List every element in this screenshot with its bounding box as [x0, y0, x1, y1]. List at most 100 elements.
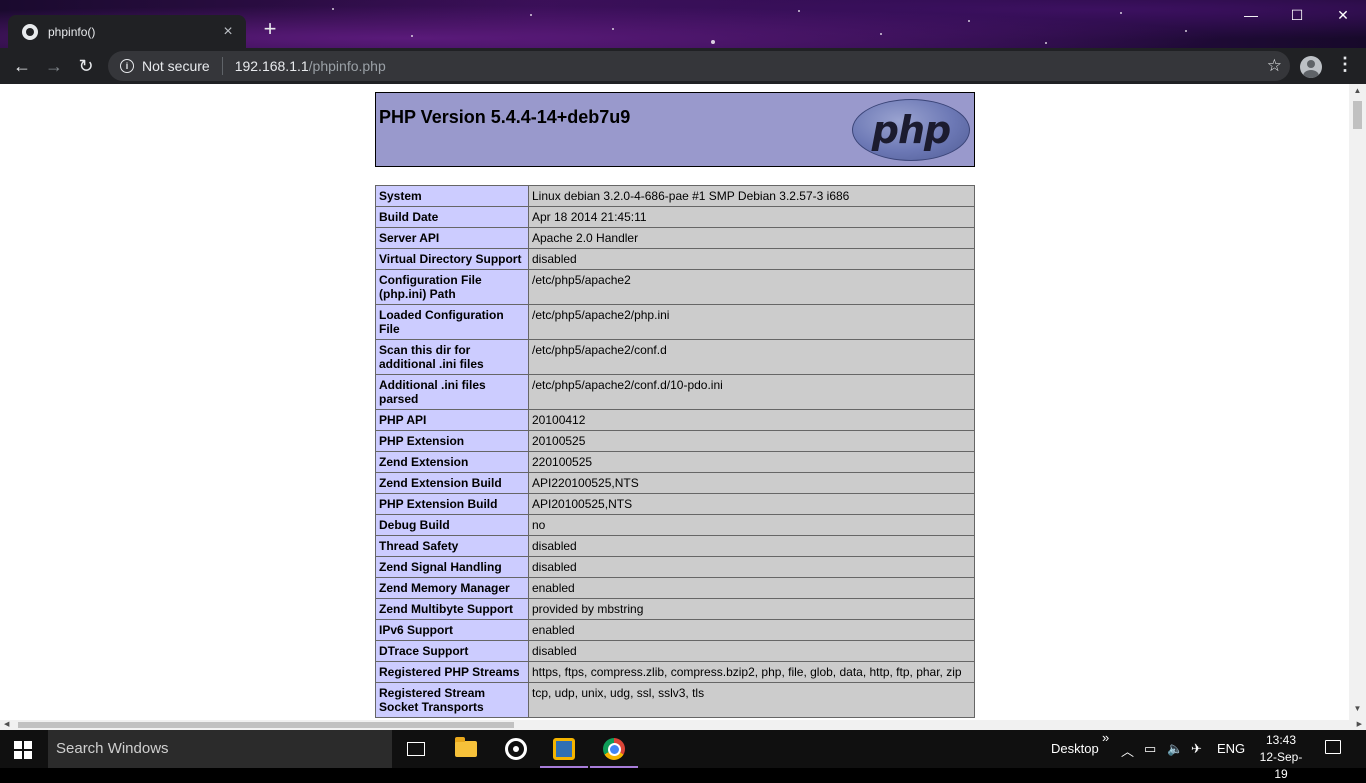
row-key: Loaded Configuration File — [375, 304, 529, 340]
row-key: Registered Stream Socket Transports — [375, 682, 529, 718]
row-key: Server API — [375, 227, 529, 249]
notification-center-icon[interactable] — [1325, 740, 1341, 754]
network-icon[interactable]: ✈ — [1191, 741, 1202, 757]
row-key: Build Date — [375, 206, 529, 228]
row-value: 20100412 — [528, 409, 975, 431]
windows-start-icon[interactable] — [14, 741, 32, 759]
row-key: DTrace Support — [375, 640, 529, 662]
maximize-button[interactable]: ☐ — [1274, 0, 1320, 30]
table-row: Zend Extension Build API220100525,NTS — [375, 472, 975, 494]
new-tab-button[interactable]: + — [257, 17, 283, 43]
row-value: 220100525 — [528, 451, 975, 473]
row-key: Zend Signal Handling — [375, 556, 529, 578]
taskbar-search-box[interactable]: Search Windows — [48, 730, 392, 768]
chevron-up-icon[interactable]: ︿ — [1121, 741, 1134, 760]
address-bar[interactable]: i Not secure 192.168.1.1 /phpinfo.php ☆ — [108, 51, 1290, 81]
folder-icon — [455, 737, 477, 757]
wallpaper-star — [711, 40, 715, 44]
battery-icon[interactable]: ▭ — [1144, 741, 1156, 757]
page-viewport: PHP Version 5.4.4-14+deb7u9 php System Li… — [0, 84, 1366, 720]
row-key: Virtual Directory Support — [375, 248, 529, 270]
table-row: DTrace Support disabled — [375, 640, 975, 662]
php-version-header: PHP Version 5.4.4-14+deb7u9 php — [375, 92, 975, 167]
row-value: API220100525,NTS — [528, 472, 975, 494]
row-value: disabled — [528, 535, 975, 557]
clock-date: 12-Sep-19 — [1259, 750, 1303, 781]
horizontal-scrollbar[interactable]: ◀ ▶ — [0, 720, 1366, 730]
security-label[interactable]: Not secure — [142, 58, 210, 74]
row-value: no — [528, 514, 975, 536]
taskbar-clock[interactable]: 13:43 12-Sep-19 — [1253, 732, 1309, 783]
info-icon[interactable]: i — [120, 59, 134, 73]
table-row: Registered Stream Socket Transports tcp, … — [375, 682, 975, 718]
wallpaper-star — [1185, 30, 1187, 32]
row-value: disabled — [528, 248, 975, 270]
table-row: Server API Apache 2.0 Handler — [375, 227, 975, 249]
bookmark-star-icon[interactable]: ☆ — [1267, 56, 1282, 76]
row-key: Additional .ini files parsed — [375, 374, 529, 410]
back-arrow-icon[interactable]: ← — [8, 52, 36, 80]
tab-close-icon[interactable]: × — [220, 23, 236, 41]
row-key: System — [375, 185, 529, 207]
close-window-button[interactable]: ✕ — [1320, 0, 1366, 30]
vertical-scrollbar[interactable]: ▲ ▼ — [1349, 84, 1366, 720]
row-value: disabled — [528, 640, 975, 662]
scroll-up-arrow-icon[interactable]: ▲ — [1349, 86, 1366, 100]
volume-muted-icon[interactable]: 🔈 — [1167, 741, 1183, 757]
scroll-left-arrow-icon[interactable]: ◀ — [4, 720, 9, 728]
horizontal-scroll-thumb[interactable] — [18, 722, 514, 728]
media-app-button[interactable] — [492, 730, 540, 768]
profile-avatar-icon[interactable] — [1300, 56, 1322, 78]
wallpaper-star — [968, 20, 970, 22]
globe-favicon-icon — [22, 23, 38, 40]
row-value: /etc/php5/apache2/conf.d — [528, 339, 975, 375]
vertical-scroll-thumb[interactable] — [1353, 101, 1362, 129]
row-value: https, ftps, compress.zlib, compress.bzi… — [528, 661, 975, 683]
wallpaper-star — [880, 33, 882, 35]
row-value: tcp, udp, unix, udg, ssl, sslv3, tls — [528, 682, 975, 718]
row-key: Debug Build — [375, 514, 529, 536]
table-row: Virtual Directory Support disabled — [375, 248, 975, 270]
reload-icon[interactable]: ↻ — [72, 52, 100, 80]
row-value: enabled — [528, 619, 975, 641]
row-value: Apache 2.0 Handler — [528, 227, 975, 249]
language-indicator[interactable]: ENG — [1217, 741, 1245, 756]
table-row: PHP Extension 20100525 — [375, 430, 975, 452]
table-row: Zend Signal Handling disabled — [375, 556, 975, 578]
desktop-chevron-icon[interactable]: » — [1102, 730, 1109, 745]
row-key: PHP Extension Build — [375, 493, 529, 515]
scroll-right-arrow-icon[interactable]: ▶ — [1357, 720, 1362, 728]
row-value: /etc/php5/apache2/conf.d/10-pdo.ini — [528, 374, 975, 410]
chrome-button[interactable] — [590, 730, 638, 768]
file-explorer-button[interactable] — [442, 730, 490, 768]
browser-menu-icon[interactable]: ⋮ — [1336, 54, 1354, 75]
chrome-icon — [603, 738, 625, 760]
scroll-down-arrow-icon[interactable]: ▼ — [1349, 704, 1366, 718]
row-key: Zend Extension — [375, 451, 529, 473]
table-row: System Linux debian 3.2.0-4-686-pae #1 SM… — [375, 185, 975, 207]
table-row: Configuration File (php.ini) Path/etc/ph… — [375, 269, 975, 305]
table-row: Debug Build no — [375, 514, 975, 536]
row-value: Apr 18 2014 21:45:11 — [528, 206, 975, 228]
desktop-toolbar-label[interactable]: Desktop — [1051, 741, 1099, 756]
omnibox-divider — [221, 57, 223, 75]
php-logo[interactable]: php — [852, 99, 970, 161]
table-row: Build Date Apr 18 2014 21:45:11 — [375, 206, 975, 228]
task-view-button[interactable] — [392, 730, 440, 768]
forward-arrow-icon[interactable]: → — [40, 52, 68, 80]
row-value: /etc/php5/apache2 — [528, 269, 975, 305]
row-value: disabled — [528, 556, 975, 578]
tab-phpinfo[interactable]: phpinfo() × — [8, 15, 246, 48]
row-key: PHP Extension — [375, 430, 529, 452]
windows-taskbar: Search Windows Desktop » ︿ ▭ 🔈 ✈ ENG 13:… — [0, 730, 1366, 781]
minimize-button[interactable]: — — [1228, 0, 1274, 30]
row-key: Scan this dir for additional .ini files — [375, 339, 529, 375]
table-row: Additional .ini files parsed/etc/php5/ap… — [375, 374, 975, 410]
virtualbox-button[interactable] — [540, 730, 588, 768]
row-value: 20100525 — [528, 430, 975, 452]
row-key: IPv6 Support — [375, 619, 529, 641]
table-row: Zend Memory Manager enabled — [375, 577, 975, 599]
table-row: PHP API 20100412 — [375, 409, 975, 431]
wallpaper-star — [1045, 42, 1047, 44]
phpinfo-table: System Linux debian 3.2.0-4-686-pae #1 SM… — [375, 185, 975, 718]
